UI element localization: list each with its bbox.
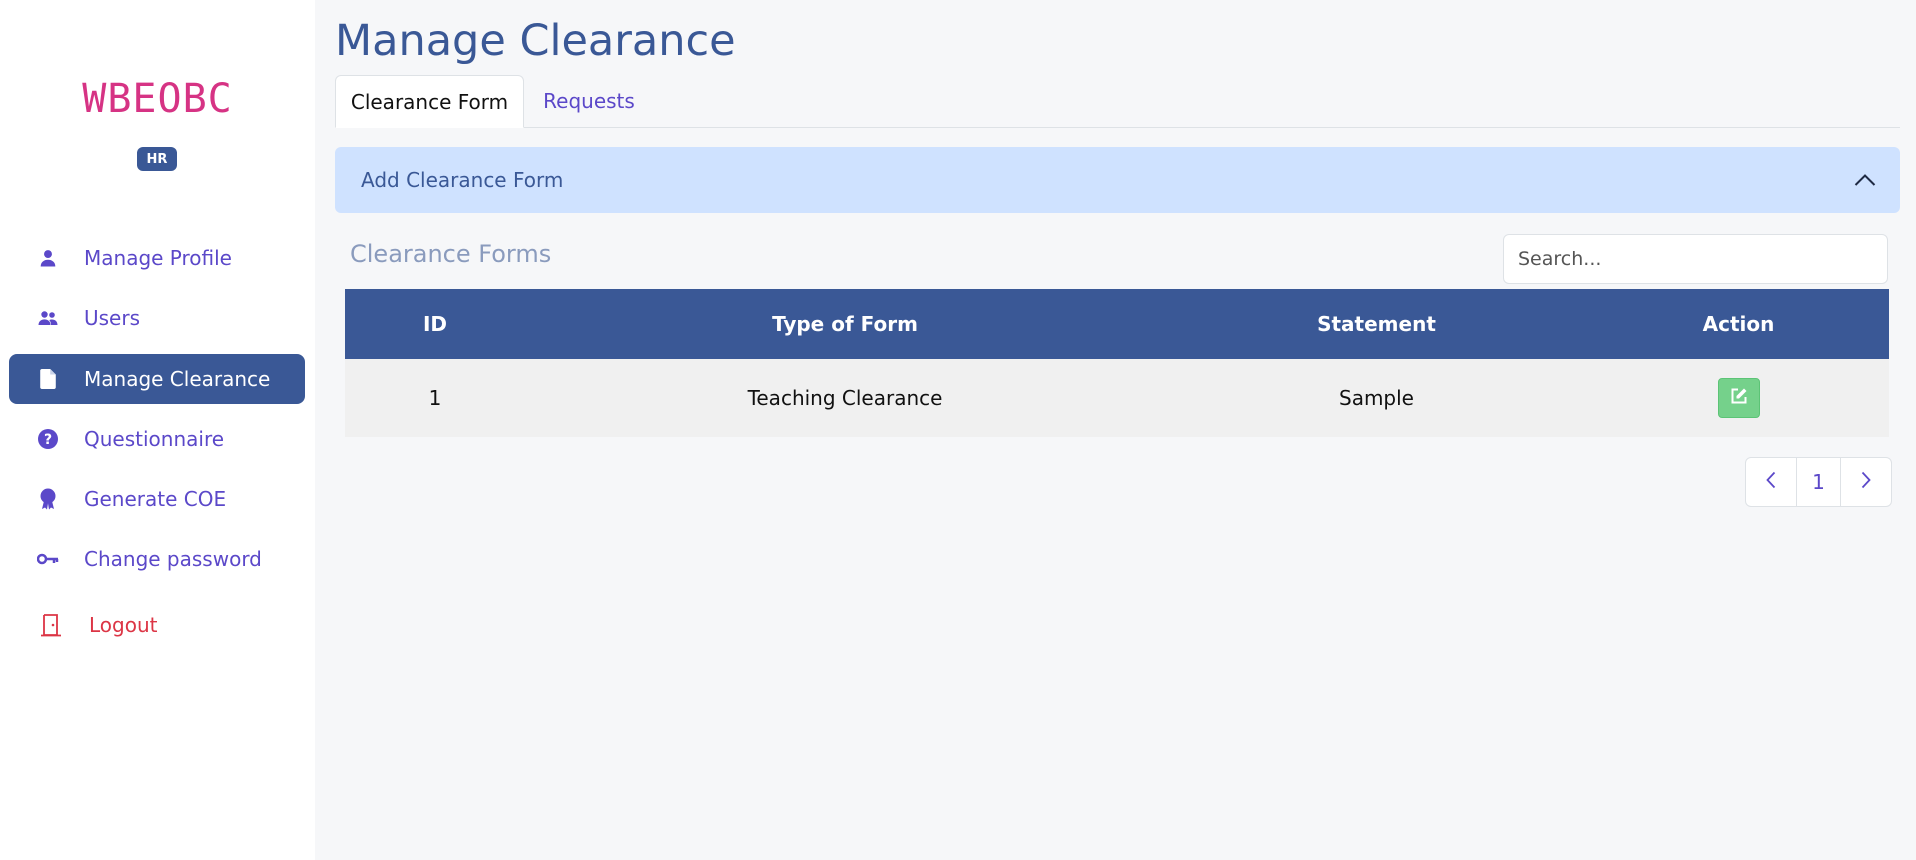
tab-bar: Clearance Form Requests	[335, 75, 1900, 128]
sidebar-item-label: Generate COE	[84, 487, 227, 511]
sidebar-item-label: Manage Profile	[84, 246, 232, 270]
table-header: ID Type of Form Statement Action	[345, 289, 1889, 359]
key-icon	[37, 548, 59, 570]
cell-action	[1588, 378, 1889, 418]
tab-requests[interactable]: Requests	[524, 75, 654, 127]
edit-button[interactable]	[1717, 378, 1760, 418]
section-title: Clearance Forms	[350, 240, 552, 268]
add-clearance-form-accordion[interactable]: Add Clearance Form	[335, 147, 1900, 213]
logout-label: Logout	[89, 613, 158, 637]
clearance-forms-table: ID Type of Form Statement Action 1 Teach…	[345, 289, 1889, 437]
column-header-statement: Statement	[1317, 312, 1436, 336]
cell-statement: Sample	[1339, 386, 1414, 410]
tab-clearance-form[interactable]: Clearance Form	[335, 75, 524, 128]
edit-icon	[1730, 386, 1748, 410]
pagination: 1	[1745, 457, 1892, 507]
sidebar-item-change-password[interactable]: Change password	[9, 534, 305, 584]
logout-button[interactable]: Logout	[9, 600, 305, 650]
sidebar-item-label: Users	[84, 306, 141, 330]
cell-type: Teaching Clearance	[747, 386, 943, 410]
svg-text:?: ?	[44, 432, 52, 448]
next-page-button[interactable]	[1841, 458, 1891, 506]
column-header-id: ID	[422, 312, 448, 336]
chevron-left-icon	[1766, 470, 1776, 494]
column-header-action: Action	[1702, 312, 1775, 336]
award-icon	[37, 488, 59, 510]
column-header-type: Type of Form	[772, 312, 918, 336]
file-icon	[37, 368, 59, 390]
cell-id: 1	[428, 386, 442, 410]
sidebar-item-label: Manage Clearance	[84, 367, 271, 391]
sidebar: WBEOBC HR Manage Profile Users Manage Cl…	[0, 0, 315, 860]
sidebar-item-manage-clearance[interactable]: Manage Clearance	[9, 354, 305, 404]
role-badge: HR	[137, 147, 177, 171]
prev-page-button[interactable]	[1746, 458, 1797, 506]
sidebar-item-questionnaire[interactable]: ? Questionnaire	[9, 414, 305, 464]
users-icon	[37, 307, 59, 329]
chevron-right-icon	[1861, 470, 1871, 494]
app-logo: WBEOBC	[82, 76, 233, 122]
sidebar-item-users[interactable]: Users	[9, 293, 305, 343]
page-title: Manage Clearance	[335, 16, 736, 66]
question-circle-icon: ?	[37, 428, 59, 450]
main-content: Manage Clearance Clearance Form Requests…	[315, 0, 1916, 860]
sidebar-item-label: Questionnaire	[84, 427, 225, 451]
table-row: 1 Teaching Clearance Sample	[345, 359, 1889, 437]
page-number-button[interactable]: 1	[1797, 458, 1841, 506]
sidebar-item-generate-coe[interactable]: Generate COE	[9, 474, 305, 524]
chevron-up-icon	[1854, 168, 1876, 192]
accordion-label: Add Clearance Form	[361, 168, 564, 192]
user-icon	[37, 247, 59, 269]
sidebar-item-label: Change password	[84, 547, 262, 571]
door-icon	[40, 614, 62, 637]
sidebar-item-manage-profile[interactable]: Manage Profile	[9, 233, 305, 283]
search-input[interactable]	[1503, 234, 1888, 284]
